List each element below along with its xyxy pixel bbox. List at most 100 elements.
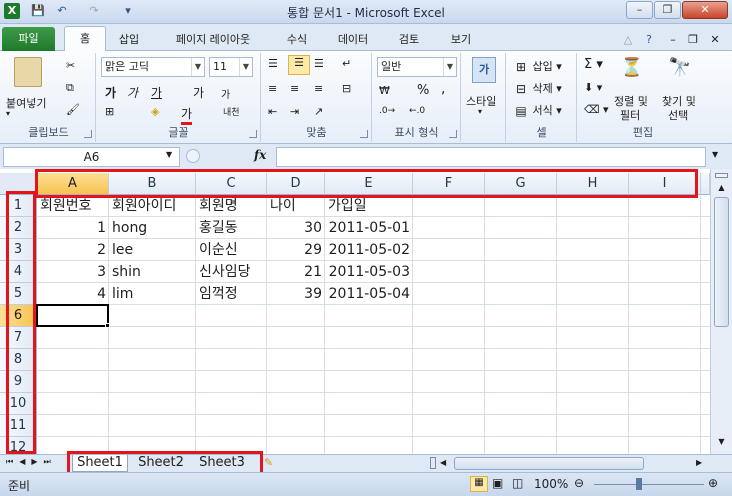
tab-formulas[interactable]: 수식: [280, 30, 314, 51]
alignment-launcher-icon[interactable]: [360, 130, 368, 138]
zoom-in-icon[interactable]: ⊕: [708, 476, 718, 490]
restore-button[interactable]: ❐: [654, 1, 681, 19]
wrap-text-icon[interactable]: ↵: [342, 57, 351, 70]
cell-a4[interactable]: 3: [37, 261, 109, 283]
cell-e5[interactable]: 2011-05-04: [325, 283, 413, 305]
increase-decimal-icon[interactable]: .0→: [379, 106, 395, 116]
cell-a3[interactable]: 2: [37, 239, 109, 261]
insert-sheet-icon[interactable]: ✎: [264, 456, 273, 469]
font-size-select[interactable]: 11 ▼: [209, 57, 253, 77]
decrease-decimal-icon[interactable]: ←.0: [409, 106, 425, 116]
decrease-indent-icon[interactable]: ⇤: [268, 105, 277, 118]
cell-e1[interactable]: 가입일: [325, 195, 370, 217]
window-minimize-icon[interactable]: –: [664, 30, 682, 51]
paste-dropdown-icon[interactable]: ▾: [6, 109, 10, 118]
find-select-icon[interactable]: 🔭: [668, 57, 692, 83]
minimize-button[interactable]: –: [626, 1, 653, 19]
minimize-ribbon-icon[interactable]: △: [620, 30, 636, 51]
split-box[interactable]: [715, 173, 728, 178]
insert-function-icon[interactable]: fx: [254, 148, 266, 162]
tab-split-icon[interactable]: [430, 457, 436, 469]
zoom-level[interactable]: 100%: [534, 477, 568, 491]
scroll-right-icon[interactable]: ▶: [696, 458, 702, 467]
cut-icon[interactable]: ✂: [66, 59, 75, 72]
comma-button[interactable]: ,: [441, 81, 445, 97]
clear-icon[interactable]: ⌫ ▾: [584, 103, 609, 116]
tab-view[interactable]: 보기: [444, 30, 478, 51]
close-button[interactable]: ✕: [682, 1, 728, 19]
cell-c3[interactable]: 이순신: [196, 239, 241, 261]
orientation-icon[interactable]: ↗: [314, 105, 323, 118]
align-left-icon[interactable]: ≡: [268, 82, 277, 95]
percent-button[interactable]: %: [417, 83, 429, 98]
font-color-button[interactable]: 가: [181, 105, 193, 125]
cell-c1[interactable]: 회원명: [196, 195, 241, 217]
cell-a2[interactable]: 1: [37, 217, 109, 239]
worksheet-grid[interactable]: A B C D E F G H I 1 2 3 4 5 6 7 8 9 10 1…: [0, 169, 710, 454]
tab-home[interactable]: 홈: [64, 26, 106, 52]
scroll-left-icon[interactable]: ◀: [440, 458, 446, 467]
font-launcher-icon[interactable]: [249, 130, 257, 138]
align-center-icon[interactable]: ≡: [290, 82, 299, 95]
delete-cells-button[interactable]: ⊟ 삭제 ▾: [513, 80, 562, 97]
zoom-slider[interactable]: [594, 484, 704, 485]
cell-e3[interactable]: 2011-05-02: [325, 239, 413, 261]
cell-e4[interactable]: 2011-05-03: [325, 261, 413, 283]
cell-c4[interactable]: 신사임당: [196, 261, 254, 283]
sheet-nav-icon[interactable]: ⏮◀▶⏭: [6, 457, 57, 467]
cell-b1[interactable]: 회원아이디: [109, 195, 179, 217]
normal-view-icon[interactable]: ▦: [470, 476, 488, 492]
underline-button[interactable]: 가: [151, 84, 162, 101]
cell-d2[interactable]: 30: [267, 217, 325, 239]
paste-button[interactable]: 붙여넣기: [6, 95, 46, 111]
expand-formula-icon[interactable]: ▼: [712, 150, 718, 159]
format-painter-icon[interactable]: 🖌: [66, 103, 80, 116]
merge-center-icon[interactable]: ⊟: [342, 82, 351, 95]
fill-handle[interactable]: [105, 323, 110, 328]
tab-review[interactable]: 검토: [392, 30, 426, 51]
align-middle-icon[interactable]: ☰: [288, 55, 310, 75]
cell-d1[interactable]: 나이: [267, 195, 299, 217]
currency-icon[interactable]: ₩: [379, 84, 390, 97]
number-format-select[interactable]: 일반 ▼: [377, 57, 457, 77]
autosum-icon[interactable]: Σ ▾: [584, 57, 603, 72]
cell-a1[interactable]: 회원번호: [37, 195, 95, 217]
cell-b3[interactable]: lee: [109, 239, 136, 261]
format-cells-button[interactable]: ▤ 서식 ▾: [513, 102, 561, 119]
font-name-select[interactable]: 맑은 고딕 ▼: [101, 57, 205, 77]
cell-c2[interactable]: 홍길동: [196, 217, 241, 239]
help-icon[interactable]: ?: [640, 30, 658, 51]
tab-data[interactable]: 데이터: [330, 30, 376, 51]
page-layout-view-icon[interactable]: ▣: [492, 476, 503, 490]
zoom-out-icon[interactable]: ⊖: [574, 476, 584, 490]
zoom-slider-thumb[interactable]: [636, 478, 642, 490]
increase-indent-icon[interactable]: ⇥: [290, 105, 299, 118]
cell-b2[interactable]: hong: [109, 217, 150, 239]
window-restore-icon[interactable]: ❐: [684, 30, 702, 51]
cell-d3[interactable]: 29: [267, 239, 325, 261]
scroll-thumb[interactable]: [714, 197, 729, 327]
cell-a5[interactable]: 4: [37, 283, 109, 305]
horizontal-scroll-thumb[interactable]: [454, 457, 644, 470]
align-top-icon[interactable]: ☰: [268, 57, 278, 70]
cell-b5[interactable]: lim: [109, 283, 136, 305]
cell-d4[interactable]: 21: [267, 261, 325, 283]
number-launcher-icon[interactable]: [449, 130, 457, 138]
fill-color-icon[interactable]: ◈: [151, 105, 159, 118]
bold-button[interactable]: 가: [105, 84, 116, 101]
vertical-scrollbar[interactable]: ▲ ▼: [710, 169, 732, 454]
paste-icon[interactable]: [14, 57, 42, 87]
align-right-icon[interactable]: ≡: [314, 82, 323, 95]
fill-icon[interactable]: ⬇ ▾: [584, 81, 602, 94]
tab-file[interactable]: 파일: [2, 27, 55, 51]
cell-b4[interactable]: shin: [109, 261, 144, 283]
scroll-up-icon[interactable]: ▲: [715, 183, 728, 195]
cell-c5[interactable]: 임꺽정: [196, 283, 241, 305]
styles-dropdown-icon[interactable]: ▾: [478, 107, 482, 116]
tab-insert[interactable]: 삽입: [112, 30, 146, 51]
cell-styles-icon[interactable]: 가: [472, 57, 496, 83]
sort-filter-icon[interactable]: ⏳: [620, 57, 644, 83]
active-cell-a6[interactable]: [36, 304, 109, 327]
align-bottom-icon[interactable]: ☰: [314, 57, 324, 70]
phonetic-button[interactable]: 내천: [223, 105, 240, 118]
